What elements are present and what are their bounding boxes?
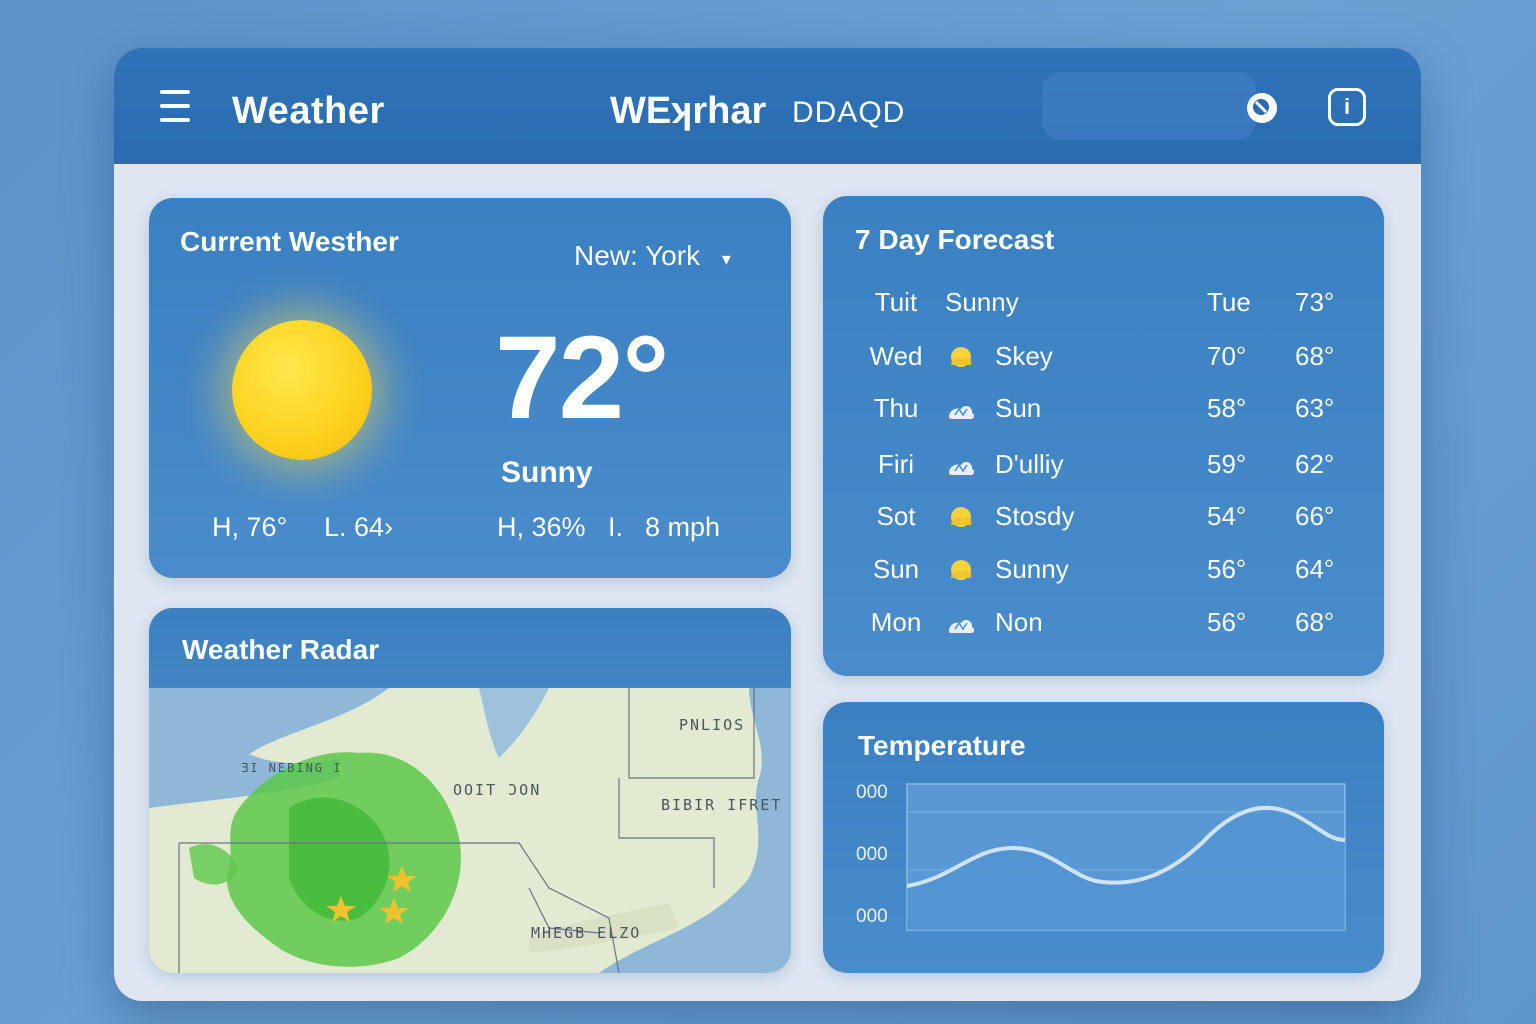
forecast-row[interactable]: Wed Skey 70° 68° [823, 341, 1384, 381]
wind-speed: 8 mph [645, 512, 721, 542]
forecast-day: Thu [873, 393, 919, 423]
forecast-condition: Non [995, 607, 1043, 637]
cloud-icon [949, 620, 975, 633]
dashboard-title: WEʞrhar [610, 90, 767, 132]
current-weather-title: Current Westher [180, 226, 399, 257]
forecast-temp-low: 58° [1207, 393, 1247, 423]
location-selector[interactable]: New: York ▾ [574, 240, 731, 272]
forecast-title: 7 Day Forecast [855, 224, 1055, 255]
forecast-day: Firi [877, 449, 915, 479]
forecast-temp-low: Tue [1207, 287, 1251, 317]
temperature-chart [906, 783, 1346, 931]
radar-header: Weather Radar [149, 608, 791, 688]
sun-cloud-icon [951, 347, 972, 367]
location-name: New: York [574, 240, 701, 271]
weather-app-window: Weather WEʞrhar DDAQD i Current Westher … [114, 48, 1421, 1001]
current-temperature: 72° [495, 312, 669, 444]
high-temp: H, 76° [212, 512, 288, 542]
radar-title: Weather Radar [182, 634, 380, 665]
forecast-condition: Sun [995, 393, 1042, 423]
cloud-icon [949, 406, 975, 419]
hamburger-menu-icon[interactable] [160, 90, 192, 126]
humidity: H, 36% [497, 512, 586, 542]
y-axis-label: 000 [856, 906, 888, 927]
map-label: OOIT ƆON [453, 781, 542, 799]
forecast-temp-low: 54° [1207, 501, 1247, 531]
low-temp: L. 64› [324, 512, 394, 542]
forecast-temp-high: 64° [1295, 554, 1335, 584]
forecast-card: 7 Day Forecast Tuit Sunny Tue 73° Wed Skey 70°… [823, 196, 1384, 676]
search-input[interactable] [1042, 72, 1256, 140]
forecast-temp-high: 68° [1295, 607, 1335, 637]
forecast-condition: Skey [995, 341, 1053, 371]
forecast-day: Mon [870, 607, 922, 637]
map-label: BIBIR IFRET [661, 796, 783, 814]
forecast-temp-high: 63° [1295, 393, 1335, 423]
current-condition: Sunny [501, 456, 593, 489]
map-label: PNLIOS [679, 716, 746, 734]
forecast-temp-high: 66° [1295, 501, 1335, 531]
forecast-row[interactable]: Thu Sun 58° 63° [823, 393, 1384, 433]
radar-card: Weather Radar PNLIOS ƎI NEBING I OOIT ƆO… [149, 608, 791, 973]
chevron-down-icon: ▾ [721, 249, 731, 269]
info-icon[interactable]: i [1328, 88, 1366, 126]
forecast-row[interactable]: Mon Non 56° 68° [823, 607, 1384, 647]
sun-icon [232, 320, 372, 460]
forecast-condition: Sunny [995, 554, 1069, 584]
temperature-card: Temperature 000 000 000 [823, 702, 1384, 973]
forecast-day: Wed [869, 341, 923, 371]
forecast-day: Tuit [874, 287, 918, 317]
forecast-day: Sot [876, 501, 916, 531]
forecast-temp-high: 68° [1295, 341, 1335, 371]
sun-cloud-icon [951, 560, 972, 580]
current-weather-card: Current Westher New: York ▾ 72° Sunny H,… [149, 198, 791, 578]
forecast-row[interactable]: Sun Sunny 56° 64° [823, 554, 1384, 594]
forecast-temp-low: 70° [1207, 341, 1247, 371]
forecast-temp-low: 56° [1207, 607, 1247, 637]
forecast-temp-low: 59° [1207, 449, 1247, 479]
cloud-icon [949, 462, 975, 475]
forecast-condition: Sunny [945, 287, 1019, 317]
forecast-row[interactable]: Firi D'ulliy 59° 62° [823, 449, 1384, 489]
location-icon[interactable] [1244, 90, 1280, 126]
forecast-temp-low: 56° [1207, 554, 1247, 584]
wind-label: I. [608, 512, 624, 542]
top-bar: Weather WEʞrhar DDAQD i [114, 48, 1421, 164]
forecast-row[interactable]: Tuit Sunny Tue 73° [823, 287, 1384, 327]
map-label: MHEGB ELZO [531, 924, 642, 942]
forecast-condition: D'ulliy [995, 449, 1064, 479]
sun-cloud-icon [951, 507, 972, 527]
y-axis-label: 000 [856, 844, 888, 865]
forecast-day: Sun [872, 554, 920, 584]
forecast-condition: Stosdy [995, 501, 1075, 531]
forecast-temp-high: 62° [1295, 449, 1335, 479]
map-label: ƎI NEBING I [241, 761, 343, 775]
dashboard-subtitle: DDAQD [792, 96, 906, 129]
forecast-row[interactable]: Sot Stosdy 54° 66° [823, 501, 1384, 541]
y-axis-label: 000 [856, 782, 888, 803]
forecast-temp-high: 73° [1295, 287, 1335, 317]
app-title: Weather [232, 90, 385, 132]
radar-map[interactable]: PNLIOS ƎI NEBING I OOIT ƆON BIBIR IFRET … [149, 688, 791, 973]
